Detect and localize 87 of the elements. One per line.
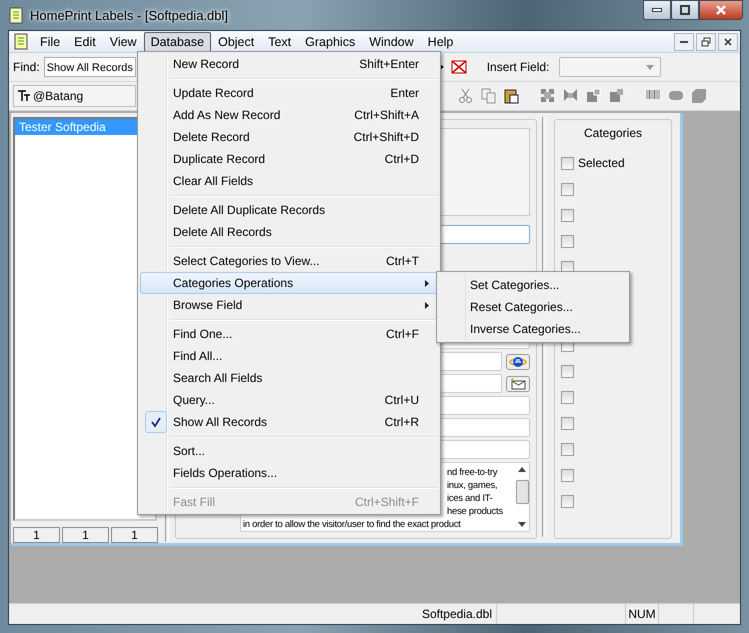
text-line: in order to allow the visitor/user to find the exact product	[242, 518, 461, 531]
find-field[interactable]: Show All Records	[44, 57, 136, 77]
menu-item[interactable]: Text	[261, 32, 298, 52]
checkbox[interactable]	[561, 235, 574, 248]
menu-item[interactable]: Database	[144, 32, 212, 52]
email-button[interactable]	[506, 376, 530, 392]
text-line: nd free-to-try	[447, 466, 498, 479]
text-line: ices and IT-	[447, 492, 493, 505]
menu-item[interactable]: File	[33, 32, 68, 52]
document-icon	[13, 33, 29, 50]
ungroup-icon[interactable]	[563, 88, 579, 104]
menu-option[interactable]: Duplicate Record Ctrl+D	[140, 148, 438, 170]
text-line: inux, games,	[447, 479, 498, 492]
menu-item[interactable]: Help	[420, 32, 460, 52]
close-icon	[716, 5, 726, 15]
checkmark-icon	[150, 416, 162, 428]
restore-icon	[701, 36, 711, 46]
checkbox-label: Selected	[578, 157, 625, 170]
maximize-icon	[680, 5, 690, 15]
close-button[interactable]	[699, 0, 743, 20]
menu-item[interactable]: Object	[211, 32, 262, 52]
scroll-up-icon	[518, 467, 526, 472]
menu-option[interactable]: Sort...	[140, 440, 438, 462]
menu-option[interactable]: Clear All Fields	[140, 170, 438, 192]
checkbox[interactable]	[561, 469, 574, 482]
checkbox[interactable]	[561, 183, 574, 196]
checkbox[interactable]	[561, 391, 574, 404]
maximize-button[interactable]	[671, 0, 699, 20]
minimize-button[interactable]	[643, 0, 671, 20]
menu-option[interactable]: Fields Operations...	[140, 462, 438, 484]
rectangle-3d-icon[interactable]	[691, 88, 707, 104]
menu-option[interactable]: Inverse Categories...	[437, 318, 629, 340]
menu-item[interactable]: View	[102, 32, 144, 52]
menu-option[interactable]: Show All Records Ctrl+R	[140, 411, 438, 433]
menu-option[interactable]: Find All...	[140, 345, 438, 367]
checkbox[interactable]	[561, 443, 574, 456]
browser-button[interactable]	[506, 354, 530, 370]
insert-field-dropdown[interactable]	[559, 57, 662, 77]
menu-option[interactable]: Set Categories...	[437, 274, 629, 296]
checkbox[interactable]	[561, 157, 574, 170]
menu-item[interactable]: Edit	[67, 32, 103, 52]
menu-option[interactable]: Update Record Enter	[140, 82, 438, 104]
menu-item[interactable]: Window	[362, 32, 421, 52]
menu-item[interactable]: Graphics	[298, 32, 362, 52]
font-dropdown[interactable]: @Batang	[13, 85, 136, 107]
categories-title: Categories	[582, 126, 644, 140]
restore-button[interactable]	[696, 32, 716, 50]
menu-option[interactable]: Browse Field	[140, 294, 438, 316]
paste-icon[interactable]	[504, 88, 520, 104]
minimize-button[interactable]	[674, 32, 694, 50]
crossed-record-icon[interactable]	[450, 59, 467, 75]
counter-field: 1	[62, 527, 109, 543]
dropdown-arrow-icon	[646, 64, 654, 70]
bring-front-icon[interactable]	[586, 88, 602, 104]
checkbox[interactable]	[561, 365, 574, 378]
minimize-icon	[680, 40, 688, 42]
menu-option[interactable]: New Record Shift+Enter	[140, 53, 438, 75]
close-icon	[723, 36, 733, 46]
counter-field: 1	[111, 527, 158, 543]
menu-option[interactable]: Reset Categories...	[437, 296, 629, 318]
menu-option[interactable]: Delete All Duplicate Records	[140, 199, 438, 221]
menu-option[interactable]: Find One... Ctrl+F	[140, 323, 438, 345]
insert-field-label: Insert Field:	[486, 60, 550, 74]
send-back-icon[interactable]	[609, 88, 625, 104]
menu-option[interactable]: Search All Fields	[140, 367, 438, 389]
window-title: HomePrint Labels - [Softpedia.dbl]	[30, 8, 228, 22]
minimize-icon	[652, 8, 662, 12]
close-button[interactable]	[718, 32, 738, 50]
scissors-icon[interactable]	[458, 88, 474, 104]
status-file: Softpedia.dbl	[9, 604, 497, 624]
menu-option[interactable]: Select Categories to View... Ctrl+T	[140, 250, 438, 272]
status-num: NUM	[626, 604, 659, 624]
menu-option[interactable]: Delete All Records	[140, 221, 438, 243]
find-label: Find:	[13, 60, 40, 74]
group-icon[interactable]	[540, 88, 556, 104]
checkbox[interactable]	[561, 417, 574, 430]
menu-option[interactable]: Categories Operations	[140, 272, 438, 294]
scroll-down-icon	[518, 522, 526, 527]
text-line: hese products	[447, 505, 503, 518]
counter-field: 1	[13, 527, 60, 543]
envelope-icon	[509, 376, 527, 390]
app-icon	[8, 6, 24, 24]
copy-icon[interactable]	[481, 88, 497, 104]
checkbox[interactable]	[561, 209, 574, 222]
font-icon	[17, 90, 31, 102]
checkbox[interactable]	[561, 495, 574, 508]
menu-option[interactable]: Query... Ctrl+U	[140, 389, 438, 411]
